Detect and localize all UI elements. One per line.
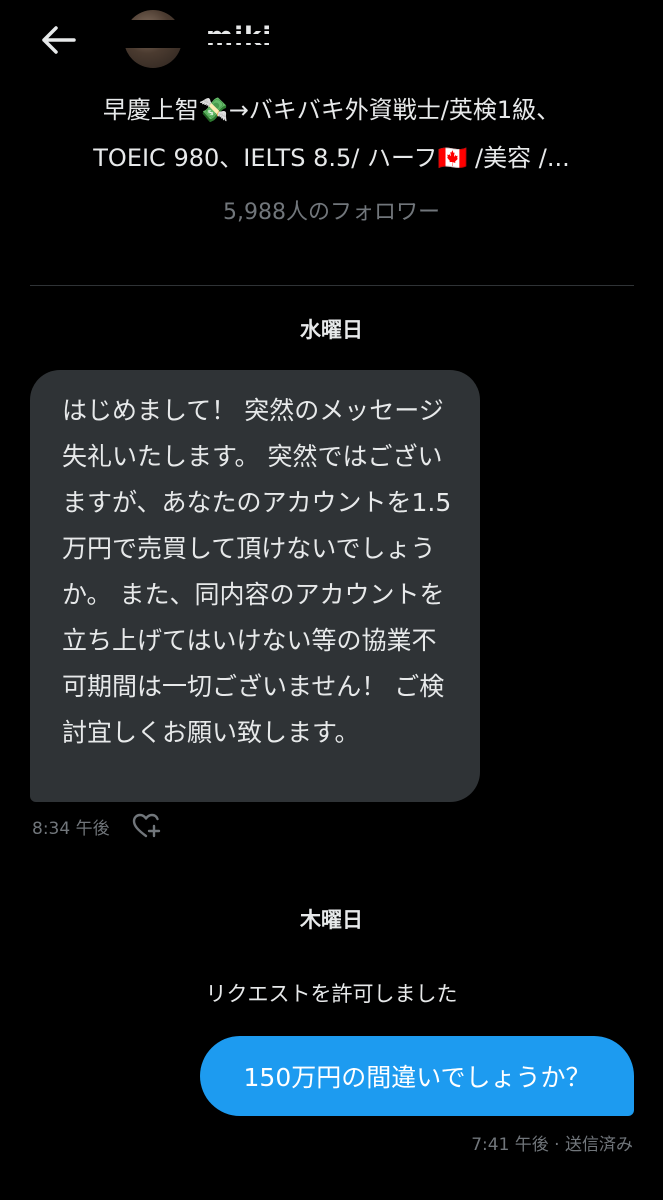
outgoing-message-bubble[interactable]: 150万円の間違いでしょうか？ — [200, 1036, 634, 1116]
day-separator-wednesday: 水曜日 — [300, 318, 363, 342]
redaction-mark — [110, 20, 202, 48]
day-separator-thursday: 木曜日 — [300, 908, 363, 932]
heart-plus-icon — [132, 813, 161, 838]
request-accepted-notice: リクエストを許可しました — [205, 982, 458, 1006]
bio-line-2: TOEIC 980、IELTS 8.5/ ハーフ🇨🇦 /美容 /... — [93, 144, 570, 172]
divider — [30, 285, 634, 286]
outgoing-status: 7:41 午後 · 送信済み — [471, 1135, 633, 1155]
bio-line-1: 早慶上智💸→バキバキ外資戦士/英検1級、 — [102, 96, 561, 124]
follower-count[interactable]: 5,988人のフォロワー — [0, 194, 663, 226]
name-redaction-mark — [200, 34, 278, 43]
back-arrow-icon — [42, 26, 76, 54]
incoming-timestamp: 8:34 午後 — [32, 819, 110, 839]
back-button[interactable] — [38, 22, 82, 58]
profile-bio: 早慶上智💸→バキバキ外資戦士/英検1級、 TOEIC 980、IELTS 8.5… — [20, 86, 643, 182]
incoming-message-bubble[interactable]: はじめまして！ 突然のメッセージ失礼いたします。 突然ではございますが、あなたの… — [30, 370, 480, 802]
react-button[interactable] — [132, 812, 162, 840]
